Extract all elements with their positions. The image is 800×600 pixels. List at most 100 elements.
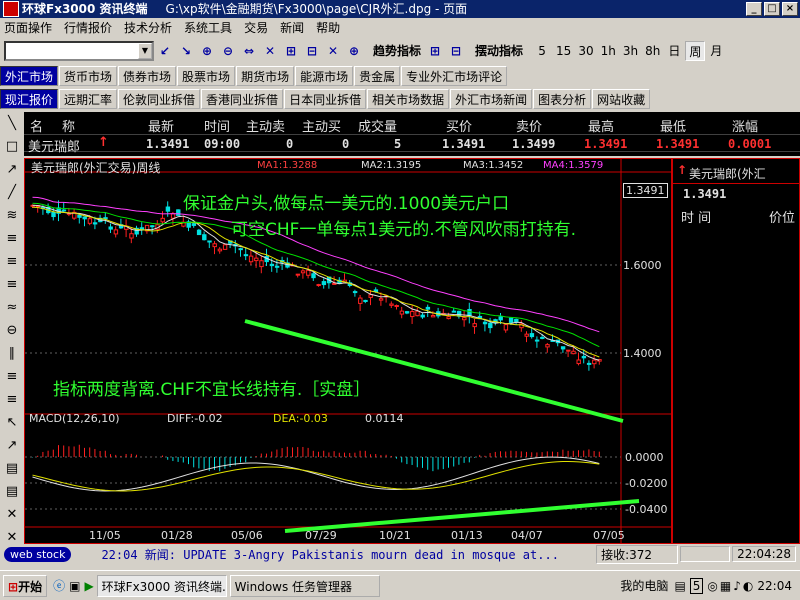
tray-number[interactable]: 5	[689, 577, 704, 594]
period-15[interactable]: 15	[553, 41, 574, 61]
menu-news[interactable]: 新闻	[280, 18, 304, 38]
zoom-in-icon[interactable]: ⊕	[197, 41, 217, 61]
indicator-grid-icon[interactable]: ⊞	[425, 41, 445, 61]
fib-tool-icon[interactable]: ≡	[1, 251, 23, 273]
tab-libor[interactable]: 伦敦同业拆借	[118, 89, 201, 109]
trendline-tool-icon[interactable]: ╱	[1, 182, 23, 204]
tab-bond-market[interactable]: 债券市场	[118, 66, 177, 86]
add-icon[interactable]: ⊕	[344, 41, 364, 61]
menu-help[interactable]: 帮助	[316, 18, 340, 38]
tray-icon-3[interactable]: ◐	[743, 579, 753, 593]
copy-tool-icon[interactable]: ▤	[1, 458, 23, 480]
candle-body	[581, 355, 587, 359]
tab-forward-rates[interactable]: 远期汇率	[59, 89, 118, 109]
grid-icon[interactable]: ⊞	[281, 41, 301, 61]
trend-indicator-button[interactable]: 趋势指标	[370, 41, 424, 61]
chevron-down-icon[interactable]: ▼	[138, 43, 152, 59]
chart-panel[interactable]: 美元瑞郎(外汇交易)周线 MA1:1.3288 MA2:1.3195 MA3:1…	[24, 158, 672, 544]
period-week[interactable]: 周	[685, 41, 706, 61]
cancel-icon[interactable]: ✕	[323, 41, 343, 61]
tab-chart-analysis[interactable]: 图表分析	[533, 89, 592, 109]
taskbar: ⊞开始 ⓔ ▣ ▶ 环球Fx3000 资讯终端... Windows 任务管理器…	[0, 570, 800, 600]
row-low: 1.3491	[656, 137, 700, 151]
tab-futures-market[interactable]: 期货市场	[236, 66, 295, 86]
period-8h[interactable]: 8h	[642, 41, 663, 61]
rect-tool-icon[interactable]: □	[1, 136, 23, 158]
cycle-tool-icon[interactable]: ≈	[1, 297, 23, 319]
close-button[interactable]: ×	[782, 2, 798, 16]
layout-icon[interactable]: ⊟	[302, 41, 322, 61]
tab-bookmarks[interactable]: 网站收藏	[592, 89, 651, 109]
menu-tools[interactable]: 系统工具	[184, 18, 232, 38]
detail-col-price: 价位	[769, 211, 796, 226]
wave-tool-icon[interactable]: ≋	[1, 205, 23, 227]
media-icon[interactable]: ▶	[84, 579, 93, 593]
menu-analysis[interactable]: 技术分析	[124, 18, 172, 38]
tab-money-market[interactable]: 货币市场	[59, 66, 118, 86]
erase-tool-icon[interactable]: ✕	[1, 504, 23, 526]
draw-line-up-icon[interactable]: ↘	[176, 41, 196, 61]
menu-trade[interactable]: 交易	[244, 18, 268, 38]
period-5[interactable]: 5	[532, 41, 552, 61]
tab-stock-market[interactable]: 股票市场	[177, 66, 236, 86]
tab-precious-metals[interactable]: 贵金属	[354, 66, 401, 86]
tab-fx-commentary[interactable]: 专业外汇市场评论	[401, 66, 508, 86]
candle-body	[269, 263, 275, 267]
menu-quotes[interactable]: 行情报价	[64, 18, 112, 38]
menu-bar: 页面操作 行情报价 技术分析 系统工具 交易 新闻 帮助	[0, 18, 800, 38]
row-sell: 0	[286, 137, 294, 151]
paste-tool-icon[interactable]: ▤	[1, 481, 23, 503]
computer-label[interactable]: 我的电脑	[620, 577, 668, 594]
parallel-tool-icon[interactable]: ∥	[1, 343, 23, 365]
zoom-out-icon[interactable]: ⊖	[218, 41, 238, 61]
pointer-tool-icon[interactable]: ↖	[1, 412, 23, 434]
maximize-button[interactable]: □	[764, 2, 780, 16]
status-time: 22:04:28	[732, 546, 796, 562]
task-manager[interactable]: Windows 任务管理器	[229, 574, 380, 597]
gann-tool-icon[interactable]: ≡	[1, 274, 23, 296]
period-1h[interactable]: 1h	[598, 41, 619, 61]
tab-fx-market[interactable]: 外汇市场	[0, 66, 59, 86]
tab-tibor[interactable]: 日本同业拆借	[284, 89, 367, 109]
period-30[interactable]: 30	[575, 41, 596, 61]
move-tool-icon[interactable]: ↗	[1, 435, 23, 457]
candle-body	[165, 206, 171, 212]
arrow-tool-icon[interactable]: ↗	[1, 159, 23, 181]
start-button[interactable]: ⊞开始	[3, 574, 48, 597]
circle-tool-icon[interactable]: ⊖	[1, 320, 23, 342]
tray-icon-1[interactable]: ◎	[707, 579, 717, 593]
line-tool-icon[interactable]: ╲	[1, 113, 23, 135]
task-fx3000[interactable]: 环球Fx3000 资讯终端...	[96, 574, 227, 597]
tab-energy-market[interactable]: 能源市场	[295, 66, 354, 86]
hline-tool-icon[interactable]: ≡	[1, 366, 23, 388]
candle-body	[420, 314, 425, 318]
desktop-icon[interactable]: ▣	[69, 579, 80, 593]
delete-icon[interactable]: ✕	[260, 41, 280, 61]
period-day[interactable]: 日	[664, 41, 684, 61]
minimize-button[interactable]: _	[746, 2, 762, 16]
windows-icon: ⊞	[8, 579, 19, 594]
ie-icon[interactable]: ⓔ	[53, 577, 65, 594]
percent-tool-icon[interactable]: ≡	[1, 389, 23, 411]
col-volume: 成交量	[358, 120, 398, 135]
tab-fx-news[interactable]: 外汇市场新闻	[450, 89, 533, 109]
tab-hibor[interactable]: 香港同业拆借	[201, 89, 284, 109]
swing-indicator-button[interactable]: 摆动指标	[472, 41, 526, 61]
table-row[interactable]: 美元瑞郎 ↑ 1.3491 09:00 0 0 5 1.3491 1.3499 …	[24, 134, 800, 155]
candle-body	[274, 265, 280, 268]
row-buy: 0	[342, 137, 350, 151]
period-month[interactable]: 月	[706, 41, 726, 61]
tray-icon-2[interactable]: ▦	[720, 579, 731, 593]
period-3h[interactable]: 3h	[620, 41, 641, 61]
tab-related-data[interactable]: 相关市场数据	[367, 89, 450, 109]
indicator-layout-icon[interactable]: ⊟	[446, 41, 466, 61]
screen-icon[interactable]: ▤	[674, 579, 685, 593]
tab-spot-quotes[interactable]: 现汇报价	[0, 89, 59, 109]
volume-icon[interactable]: ♪	[733, 579, 741, 593]
scroll-icon[interactable]: ⇔	[239, 41, 259, 61]
symbol-combo[interactable]: ▼	[4, 41, 154, 61]
draw-line-down-icon[interactable]: ↙	[155, 41, 175, 61]
channel-tool-icon[interactable]: ≡	[1, 228, 23, 250]
menu-page[interactable]: 页面操作	[4, 18, 52, 38]
news-ticker[interactable]: 22:04 新闻: UPDATE 3-Angry Pakistanis mour…	[101, 546, 596, 563]
